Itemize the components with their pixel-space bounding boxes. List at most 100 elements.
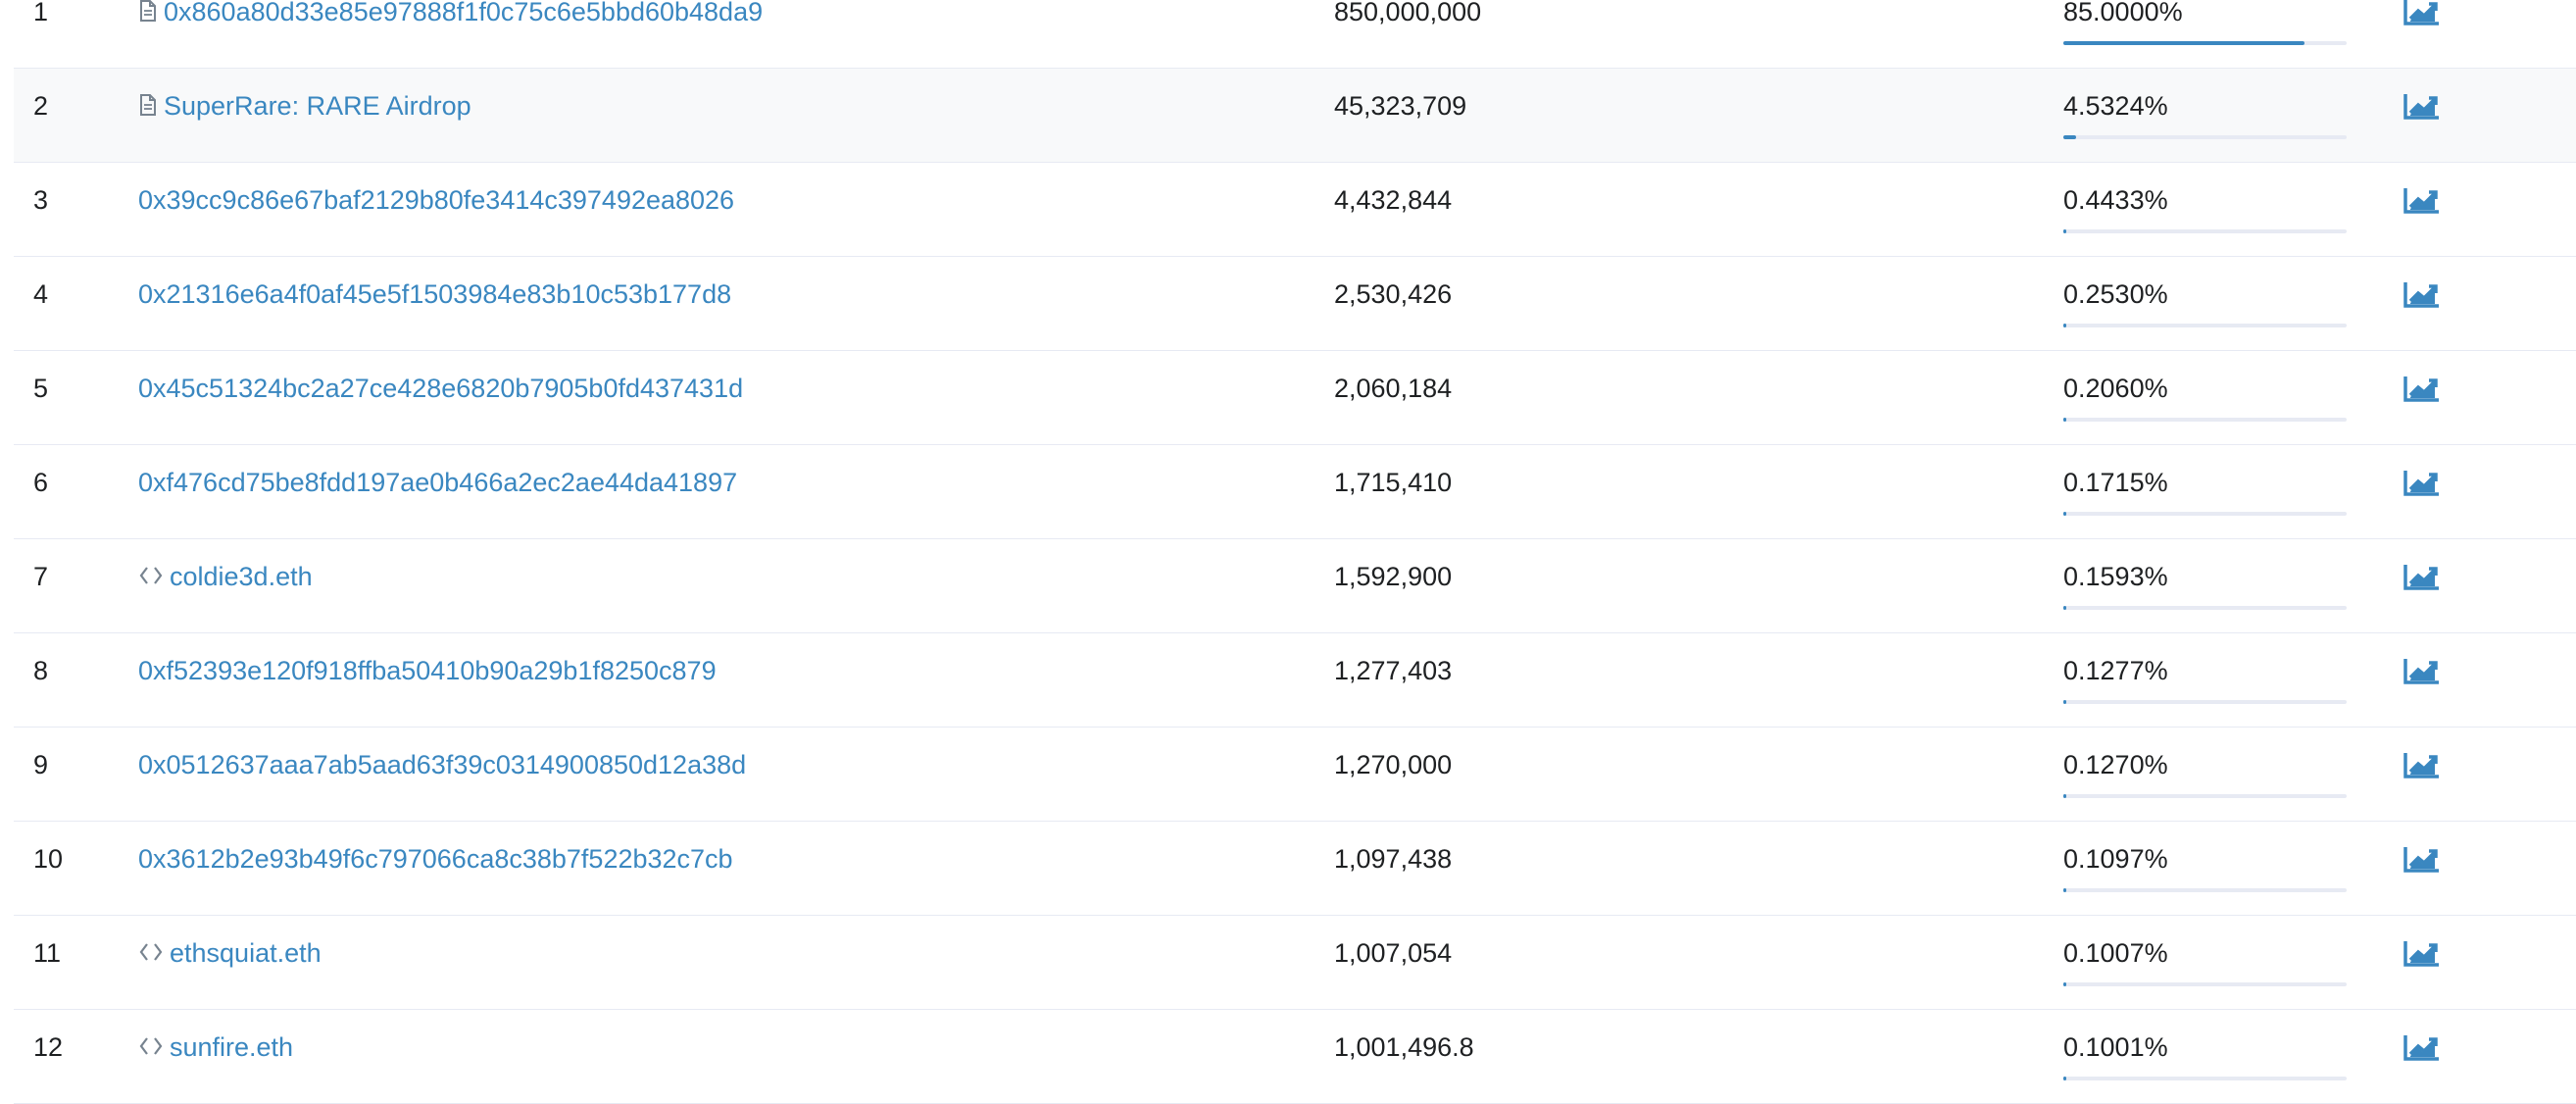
holder-address-link[interactable]: 0x45c51324bc2a27ce428e6820b7905b0fd43743… — [138, 373, 743, 404]
percentage-progress-bar — [2063, 512, 2347, 516]
table-row: 11 ethsquiat.eth 1,007,054 0.1007% — [14, 916, 2576, 1010]
quantity-cell: 1,715,410 — [1334, 468, 1453, 497]
percentage-progress-bar — [2063, 982, 2347, 986]
percentage-progress-bar — [2063, 229, 2347, 233]
table-row: 6 0xf476cd75be8fdd197ae0b466a2ec2ae44da41… — [14, 445, 2576, 539]
rank-cell: 4 — [33, 279, 49, 309]
percentage-progress-fill — [2063, 324, 2066, 327]
holder-address-link[interactable]: 0xf52393e120f918ffba50410b90a29b1f8250c8… — [138, 655, 717, 686]
percentage-progress-bar — [2063, 700, 2347, 704]
percentage-progress-fill — [2063, 982, 2066, 986]
table-row: 3 0x39cc9c86e67baf2129b80fe3414c397492ea8… — [14, 163, 2576, 257]
quantity-cell: 1,270,000 — [1334, 750, 1453, 779]
quantity-cell: 2,530,426 — [1334, 279, 1453, 309]
analytics-chart-icon[interactable] — [2403, 657, 2442, 686]
holder-address-text: coldie3d.eth — [170, 562, 313, 591]
percentage-progress-fill — [2063, 229, 2066, 233]
rank-cell: 11 — [33, 938, 62, 968]
holder-address-text: sunfire.eth — [170, 1032, 294, 1062]
rank-cell: 2 — [33, 91, 49, 121]
quantity-cell: 1,097,438 — [1334, 844, 1453, 874]
table-row: 2 SuperRare: RARE Airdrop 45,323,709 4.5324… — [14, 69, 2576, 163]
quantity-cell: 4,432,844 — [1334, 185, 1453, 215]
holder-address-text: 0x3612b2e93b49f6c797066ca8c38b7f522b32c7… — [138, 844, 733, 874]
rank-cell: 5 — [33, 374, 49, 403]
holder-address-link[interactable]: SuperRare: RARE Airdrop — [138, 90, 471, 124]
quantity-cell: 45,323,709 — [1334, 91, 1467, 121]
holder-address-text: SuperRare: RARE Airdrop — [164, 91, 471, 121]
quantity-cell: 850,000,000 — [1334, 0, 1482, 26]
percentage-cell: 85.0000% — [2063, 0, 2183, 26]
percentage-progress-bar — [2063, 606, 2347, 610]
holder-address-text: 0x45c51324bc2a27ce428e6820b7905b0fd43743… — [138, 374, 744, 403]
holder-address-text: 0x21316e6a4f0af45e5f1503984e83b10c53b177… — [138, 279, 732, 309]
percentage-progress-fill — [2063, 1077, 2066, 1080]
analytics-chart-icon[interactable] — [2403, 1033, 2442, 1063]
analytics-chart-icon[interactable] — [2403, 92, 2442, 122]
analytics-chart-icon[interactable] — [2403, 563, 2442, 592]
percentage-progress-fill — [2063, 418, 2066, 422]
percentage-cell: 0.1097% — [2063, 844, 2168, 874]
percentage-cell: 0.4433% — [2063, 185, 2168, 215]
table-row: 12 sunfire.eth 1,001,496.8 0.1001% — [14, 1010, 2576, 1104]
holder-address-link[interactable]: sunfire.eth — [138, 1031, 293, 1065]
percentage-cell: 0.2060% — [2063, 374, 2168, 403]
percentage-progress-fill — [2063, 512, 2066, 516]
holder-address-link[interactable]: 0x860a80d33e85e97888f1f0c75c6e5bbd60b48d… — [138, 0, 763, 29]
holder-address-link[interactable]: 0x21316e6a4f0af45e5f1503984e83b10c53b177… — [138, 278, 731, 310]
percentage-progress-bar — [2063, 888, 2347, 892]
analytics-chart-icon[interactable] — [2403, 0, 2442, 27]
percentage-progress-bar — [2063, 135, 2347, 139]
table-row: 4 0x21316e6a4f0af45e5f1503984e83b10c53b17… — [14, 257, 2576, 351]
percentage-progress-fill — [2063, 888, 2066, 892]
percentage-cell: 0.1715% — [2063, 468, 2168, 497]
ens-icon — [138, 563, 164, 594]
holder-address-link[interactable]: ethsquiat.eth — [138, 937, 322, 971]
quantity-cell: 1,001,496.8 — [1334, 1032, 1474, 1062]
table-row: 9 0x0512637aaa7ab5aad63f39c0314900850d12a… — [14, 728, 2576, 822]
contract-icon — [138, 0, 158, 29]
table-row: 1 0x860a80d33e85e97888f1f0c75c6e5bbd60b48… — [14, 0, 2576, 69]
analytics-chart-icon[interactable] — [2403, 280, 2442, 310]
percentage-progress-bar — [2063, 418, 2347, 422]
quantity-cell: 1,007,054 — [1334, 938, 1453, 968]
percentage-progress-bar — [2063, 41, 2347, 45]
holder-address-text: 0xf52393e120f918ffba50410b90a29b1f8250c8… — [138, 656, 717, 685]
rank-cell: 3 — [33, 185, 49, 215]
holder-address-link[interactable]: 0x3612b2e93b49f6c797066ca8c38b7f522b32c7… — [138, 843, 733, 875]
percentage-cell: 0.1270% — [2063, 750, 2168, 779]
holder-address-link[interactable]: 0xf476cd75be8fdd197ae0b466a2ec2ae44da418… — [138, 467, 737, 498]
percentage-cell: 0.1001% — [2063, 1032, 2168, 1062]
percentage-cell: 0.1277% — [2063, 656, 2168, 685]
analytics-chart-icon[interactable] — [2403, 469, 2442, 498]
table-row: 7 coldie3d.eth 1,592,900 0.1593% — [14, 539, 2576, 633]
percentage-progress-bar — [2063, 1077, 2347, 1080]
analytics-chart-icon[interactable] — [2403, 186, 2442, 216]
percentage-progress-fill — [2063, 135, 2076, 139]
quantity-cell: 2,060,184 — [1334, 374, 1453, 403]
analytics-chart-icon[interactable] — [2403, 375, 2442, 404]
rank-cell: 12 — [33, 1032, 64, 1062]
holder-address-text: 0xf476cd75be8fdd197ae0b466a2ec2ae44da418… — [138, 468, 738, 497]
rank-cell: 1 — [33, 0, 49, 26]
quantity-cell: 1,592,900 — [1334, 562, 1453, 591]
table-row: 8 0xf52393e120f918ffba50410b90a29b1f8250c… — [14, 633, 2576, 728]
holder-address-text: ethsquiat.eth — [170, 938, 322, 968]
holder-address-link[interactable]: 0x39cc9c86e67baf2129b80fe3414c397492ea80… — [138, 184, 734, 216]
analytics-chart-icon[interactable] — [2403, 939, 2442, 969]
percentage-progress-fill — [2063, 794, 2066, 798]
holder-address-link[interactable]: 0x0512637aaa7ab5aad63f39c0314900850d12a3… — [138, 749, 746, 780]
ens-icon — [138, 939, 164, 971]
rank-cell: 7 — [33, 562, 49, 591]
analytics-chart-icon[interactable] — [2403, 751, 2442, 780]
rank-cell: 6 — [33, 468, 49, 497]
holder-address-text: 0x860a80d33e85e97888f1f0c75c6e5bbd60b48d… — [164, 0, 764, 26]
quantity-cell: 1,277,403 — [1334, 656, 1453, 685]
holder-address-text: 0x0512637aaa7ab5aad63f39c0314900850d12a3… — [138, 750, 747, 779]
analytics-chart-icon[interactable] — [2403, 845, 2442, 875]
holder-address-link[interactable]: coldie3d.eth — [138, 561, 313, 594]
percentage-progress-bar — [2063, 324, 2347, 327]
table-row: 10 0x3612b2e93b49f6c797066ca8c38b7f522b32… — [14, 822, 2576, 916]
contract-icon — [138, 92, 158, 124]
percentage-progress-fill — [2063, 41, 2304, 45]
